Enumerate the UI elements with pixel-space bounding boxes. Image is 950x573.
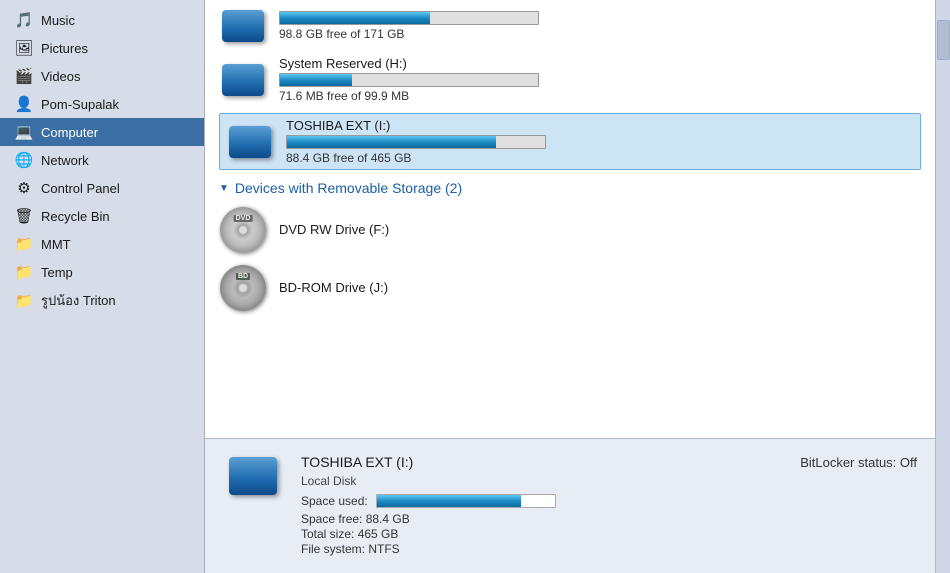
sidebar-item-videos[interactable]: 🎬 Videos [0, 62, 204, 90]
drive-info-toshiba: TOSHIBA EXT (I:) 88.4 GB free of 465 GB [286, 118, 914, 165]
status-bar: TOSHIBA EXT (I:) BitLocker status: Off L… [205, 438, 935, 573]
status-bar-row: Space used: [301, 494, 917, 508]
drive-info-dvd: DVD RW Drive (F:) [279, 222, 921, 239]
sidebar-item-music[interactable]: 🎵 Music [0, 6, 204, 34]
status-details: TOSHIBA EXT (I:) BitLocker status: Off L… [301, 447, 917, 557]
sidebar-label-computer: Computer [41, 125, 98, 140]
sidebar-item-recycle-bin[interactable]: 🗑 Recycle Bin [0, 202, 204, 230]
folder-mmt-icon: 📁 [14, 234, 34, 254]
sidebar-item-triton[interactable]: 📁 รูปน้อง Triton [0, 286, 204, 315]
sidebar-item-mmt[interactable]: 📁 MMT [0, 230, 204, 258]
folder-triton-icon: 📁 [14, 291, 34, 311]
drive-free-unnamed: 98.8 GB free of 171 GB [279, 27, 921, 41]
status-title: TOSHIBA EXT (I:) [301, 454, 413, 470]
drive-item-toshiba[interactable]: TOSHIBA EXT (I:) 88.4 GB free of 465 GB [219, 113, 921, 170]
sidebar-label-control-panel: Control Panel [41, 181, 120, 196]
status-subtitle: Local Disk [301, 474, 917, 488]
drive-name-toshiba: TOSHIBA EXT (I:) [286, 118, 914, 133]
computer-icon: 💻 [14, 122, 34, 142]
drive-free-system-reserved: 71.6 MB free of 99.9 MB [279, 89, 921, 103]
drive-bar-fill-system-reserved [280, 74, 352, 86]
drive-bar-fill-toshiba [287, 136, 496, 148]
dvd-icon: DVD [219, 206, 267, 254]
status-progress-fill [377, 495, 521, 507]
drive-name-system-reserved: System Reserved (H:) [279, 56, 921, 71]
recycle-bin-icon: 🗑 [14, 206, 34, 226]
drive-bar-fill-unnamed [280, 12, 430, 24]
sidebar-label-temp: Temp [41, 265, 73, 280]
main-panel: 98.8 GB free of 171 GB System Reserved (… [205, 0, 935, 573]
sidebar: 🎵 Music 🖼 Pictures 🎬 Videos 👤 Pom-Supala… [0, 0, 205, 573]
status-drive-icon [223, 447, 283, 495]
sidebar-label-music: Music [41, 13, 75, 28]
drive-info-bd: BD-ROM Drive (J:) [279, 280, 921, 297]
removable-section-header: ▼ Devices with Removable Storage (2) [219, 180, 921, 196]
bd-icon: BD [219, 264, 267, 312]
sidebar-label-videos: Videos [41, 69, 81, 84]
hdd-icon-toshiba [226, 122, 274, 162]
scrollbar[interactable] [935, 0, 950, 573]
status-space-free: Space free: 88.4 GB [301, 512, 917, 526]
drive-item-dvd[interactable]: DVD DVD RW Drive (F:) [219, 206, 921, 254]
drive-name-dvd: DVD RW Drive (F:) [279, 222, 921, 237]
drive-name-bd: BD-ROM Drive (J:) [279, 280, 921, 295]
sidebar-label-mmt: MMT [41, 237, 71, 252]
sidebar-item-control-panel[interactable]: ⚙ Control Panel [0, 174, 204, 202]
removable-section-title: Devices with Removable Storage (2) [235, 180, 462, 196]
content-area: 98.8 GB free of 171 GB System Reserved (… [205, 0, 935, 438]
status-progress-bar [376, 494, 556, 508]
section-triangle-icon: ▼ [219, 183, 229, 194]
network-icon: 🌐 [14, 150, 34, 170]
status-space-used-label: Space used: [301, 494, 368, 508]
drive-item-unnamed[interactable]: 98.8 GB free of 171 GB [219, 6, 921, 46]
sidebar-item-pictures[interactable]: 🖼 Pictures [0, 34, 204, 62]
control-panel-icon: ⚙ [14, 178, 34, 198]
hdd-icon-unnamed [219, 6, 267, 46]
sidebar-label-user: Pom-Supalak [41, 97, 119, 112]
drive-info-unnamed: 98.8 GB free of 171 GB [279, 11, 921, 41]
sidebar-label-network: Network [41, 153, 89, 168]
sidebar-label-pictures: Pictures [41, 41, 88, 56]
sidebar-label-triton: รูปน้อง Triton [41, 290, 116, 311]
drive-bar-system-reserved [279, 73, 539, 87]
user-icon: 👤 [14, 94, 34, 114]
drive-item-bd[interactable]: BD BD-ROM Drive (J:) [219, 264, 921, 312]
drive-info-system-reserved: System Reserved (H:) 71.6 MB free of 99.… [279, 56, 921, 103]
sidebar-item-user[interactable]: 👤 Pom-Supalak [0, 90, 204, 118]
drive-free-toshiba: 88.4 GB free of 465 GB [286, 151, 914, 165]
sidebar-item-temp[interactable]: 📁 Temp [0, 258, 204, 286]
videos-icon: 🎬 [14, 66, 34, 86]
drive-bar-unnamed [279, 11, 539, 25]
pictures-icon: 🖼 [14, 38, 34, 58]
hdd-icon-system-reserved [219, 60, 267, 100]
status-file-system: File system: NTFS [301, 542, 917, 556]
status-bitlocker: BitLocker status: Off [800, 451, 917, 470]
drive-bar-toshiba [286, 135, 546, 149]
folder-temp-icon: 📁 [14, 262, 34, 282]
sidebar-label-recycle-bin: Recycle Bin [41, 209, 110, 224]
sidebar-item-network[interactable]: 🌐 Network [0, 146, 204, 174]
drive-item-system-reserved[interactable]: System Reserved (H:) 71.6 MB free of 99.… [219, 56, 921, 103]
status-total-size: Total size: 465 GB [301, 527, 917, 541]
sidebar-item-computer[interactable]: 💻 Computer [0, 118, 204, 146]
music-icon: 🎵 [14, 10, 34, 30]
scrollbar-thumb[interactable] [937, 20, 950, 60]
